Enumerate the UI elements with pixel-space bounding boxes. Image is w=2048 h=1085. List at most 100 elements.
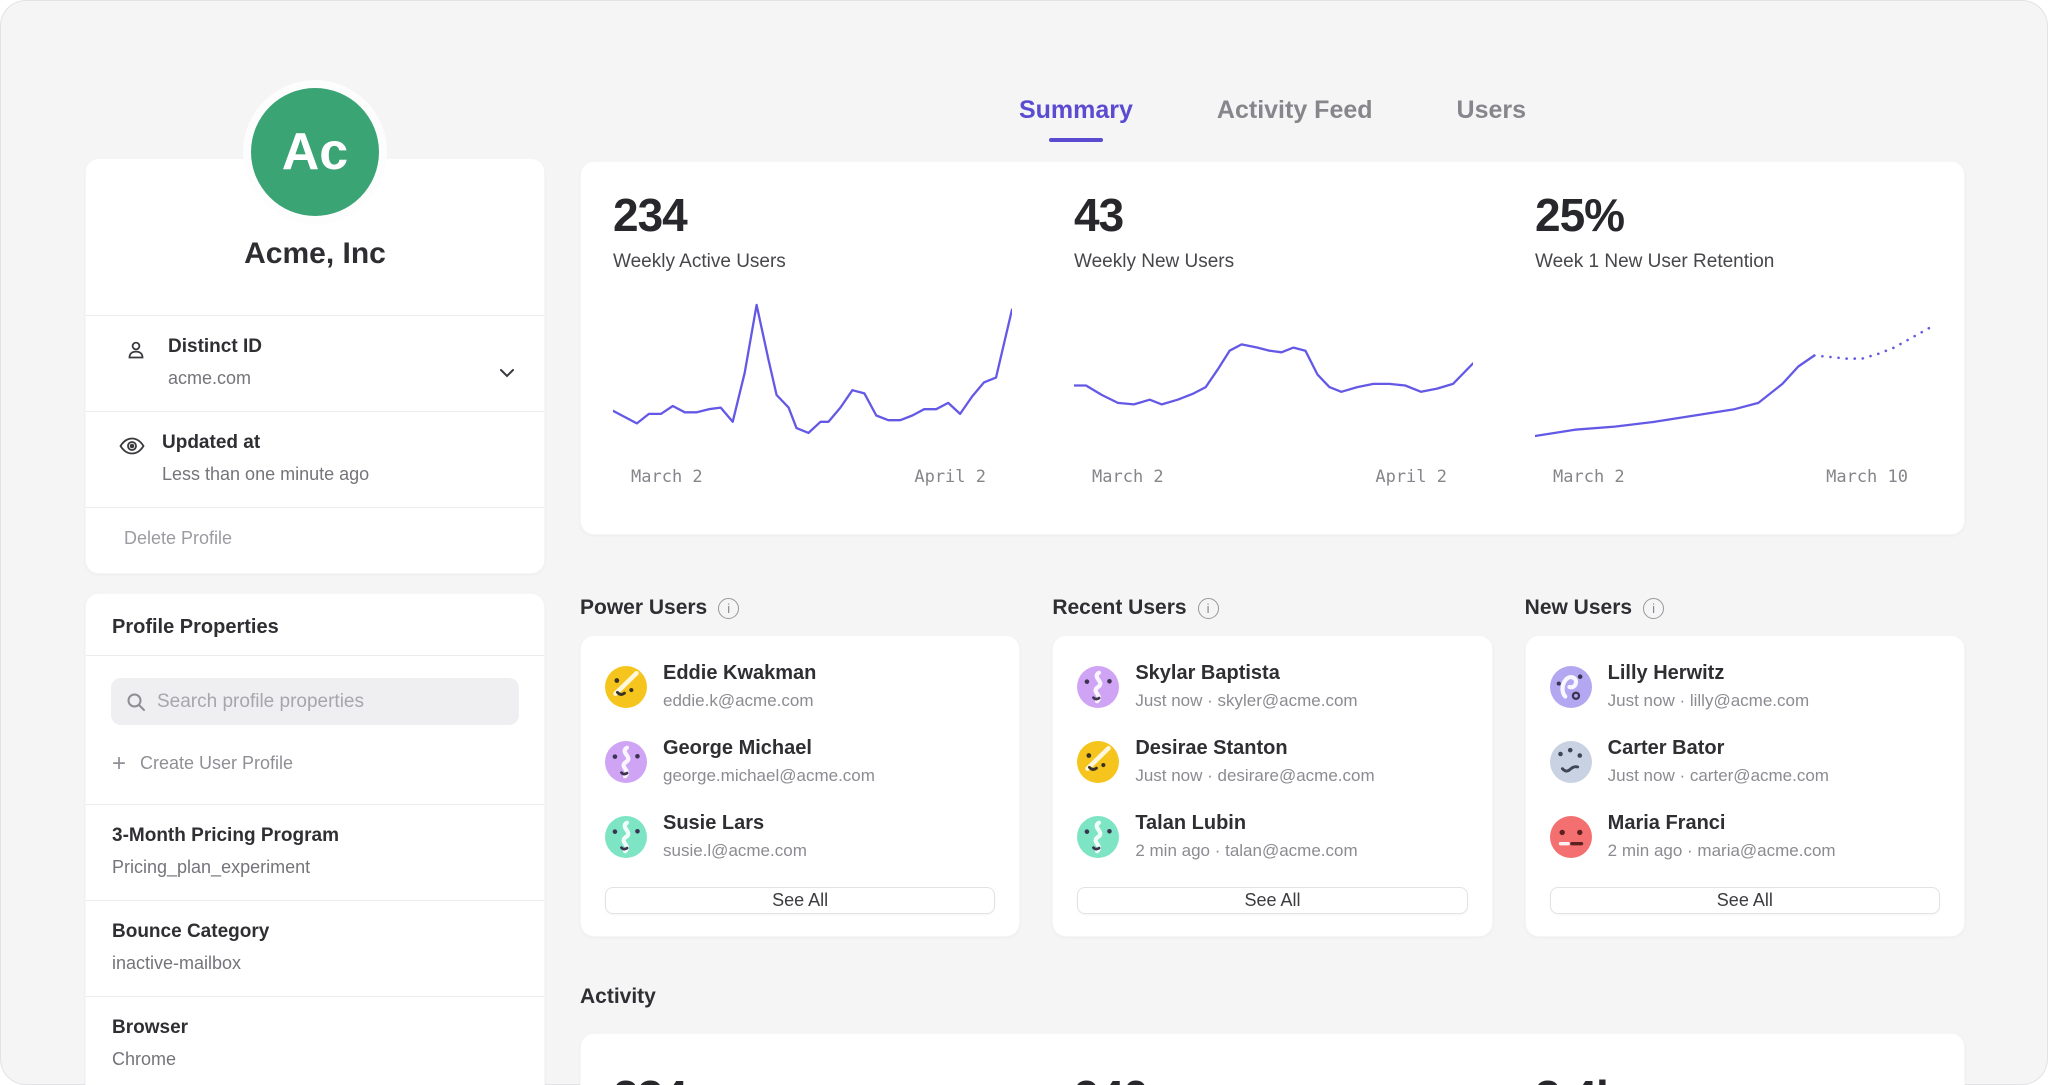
see-all-button[interactable]: See All (605, 887, 995, 914)
stat-value: 25% (1535, 188, 1934, 242)
stat-weekly-active-users: 234 Weekly Active Users March 2 April 2 (581, 162, 1042, 534)
company-avatar: Ac (251, 88, 379, 216)
summary-stats-card: 234 Weekly Active Users March 2 April 2 … (580, 161, 1965, 535)
property-row: Browser Chrome (86, 996, 544, 1085)
user-row[interactable]: Susie Lars susie.l@acme.com (605, 812, 995, 861)
user-avatar (1550, 666, 1592, 708)
user-row[interactable]: Talan Lubin 2 min ago · talan@acme.com (1077, 812, 1467, 861)
user-avatar (1077, 816, 1119, 858)
chevron-down-icon[interactable] (496, 362, 518, 389)
updated-at-value: Less than one minute ago (162, 464, 369, 485)
company-name: Acme, Inc (86, 237, 544, 315)
user-avatar (605, 816, 647, 858)
user-avatar (605, 741, 647, 783)
search-input[interactable] (157, 691, 505, 713)
profile-properties-search[interactable] (111, 678, 519, 725)
user-name: George Michael (663, 737, 875, 760)
user-name: Eddie Kwakman (663, 662, 816, 685)
section-header: New Users i (1525, 593, 1965, 623)
section-title: New Users (1525, 596, 1632, 620)
user-row[interactable]: Desirae Stanton Just now · desirare@acme… (1077, 737, 1467, 786)
section-header: Power Users i (580, 593, 1020, 623)
property-value: inactive-mailbox (112, 953, 518, 974)
user-row[interactable]: Maria Franci 2 min ago · maria@acme.com (1550, 812, 1940, 861)
main-content: Summary Activity Feed Users 234 Weekly A… (580, 0, 1965, 1085)
distinct-id-label: Distinct ID (168, 336, 262, 358)
new-users-card: Lilly Herwitz Just now · lilly@acme.com … (1525, 635, 1965, 937)
activity-section-title: Activity (580, 985, 1965, 1009)
profile-properties-title: Profile Properties (86, 594, 544, 655)
x-tick: March 10 (1826, 467, 1908, 487)
create-user-profile-button[interactable]: + Create User Profile (112, 753, 518, 774)
distinct-id-row[interactable]: Distinct ID acme.com (86, 316, 544, 411)
tab-summary[interactable]: Summary (1019, 96, 1133, 142)
property-value: Pricing_plan_experiment (112, 857, 518, 878)
info-icon[interactable]: i (1198, 598, 1219, 619)
distinct-id-value: acme.com (168, 368, 262, 389)
property-name: Bounce Category (112, 921, 518, 943)
profile-properties-card: Profile Properties + Create User Profile… (85, 593, 545, 1085)
user-name: Lilly Herwitz (1608, 662, 1809, 685)
property-name: Browser (112, 1017, 518, 1039)
user-avatar (605, 666, 647, 708)
see-all-button[interactable]: See All (1550, 887, 1940, 914)
property-row: Bounce Category inactive-mailbox (86, 900, 544, 996)
user-row[interactable]: Carter Bator Just now · carter@acme.com (1550, 737, 1940, 786)
weekly-new-users-chart (1074, 297, 1473, 455)
divider (86, 655, 544, 656)
recent-users-card: Skylar Baptista Just now · skyler@acme.c… (1052, 635, 1492, 937)
user-row[interactable]: George Michael george.michael@acme.com (605, 737, 995, 786)
user-avatar (1077, 666, 1119, 708)
search-icon (125, 691, 147, 713)
user-email: eddie.k@acme.com (663, 691, 816, 711)
user-name: Carter Bator (1608, 737, 1829, 760)
stat-value: 234 (613, 188, 1012, 242)
tab-activity-feed[interactable]: Activity Feed (1217, 96, 1373, 142)
user-avatar (1077, 741, 1119, 783)
user-row[interactable]: Skylar Baptista Just now · skyler@acme.c… (1077, 662, 1467, 711)
recent-users-section: Recent Users i Skylar Baptista Just now … (1052, 593, 1492, 937)
tab-bar: Summary Activity Feed Users (580, 0, 1965, 142)
identity-card: Acme, Inc Distinct ID acme.com (85, 158, 545, 574)
user-meta: 2 min ago · maria@acme.com (1608, 841, 1836, 861)
x-tick: April 2 (914, 467, 986, 487)
weekly-active-users-chart (613, 297, 1012, 455)
stat-weekly-new-users: 43 Weekly New Users March 2 April 2 (1042, 162, 1503, 534)
user-row[interactable]: Lilly Herwitz Just now · lilly@acme.com (1550, 662, 1940, 711)
power-users-section: Power Users i Eddie Kwakman eddie.k@acme… (580, 593, 1020, 937)
create-user-profile-label: Create User Profile (140, 753, 293, 774)
user-name: Maria Franci (1608, 812, 1836, 835)
x-tick: March 2 (631, 467, 703, 487)
user-name: Susie Lars (663, 812, 807, 835)
property-row: 3-Month Pricing Program Pricing_plan_exp… (86, 804, 544, 900)
section-header: Recent Users i (1052, 593, 1492, 623)
stat-label: Weekly Active Users (613, 251, 1012, 273)
x-axis-ticks: March 2 March 10 (1553, 467, 1908, 487)
section-title: Recent Users (1052, 596, 1186, 620)
active-tab-underline (1049, 138, 1103, 142)
x-tick: March 2 (1092, 467, 1164, 487)
user-sections: Power Users i Eddie Kwakman eddie.k@acme… (580, 593, 1965, 937)
stat-value: 234 (613, 1070, 1012, 1085)
activity-card: 234 940 3.4k (580, 1033, 1965, 1085)
property-value: Chrome (112, 1049, 518, 1070)
user-row[interactable]: Eddie Kwakman eddie.k@acme.com (605, 662, 995, 711)
user-meta: Just now · lilly@acme.com (1608, 691, 1809, 711)
user-avatar (1550, 816, 1592, 858)
user-meta: 2 min ago · talan@acme.com (1135, 841, 1357, 861)
user-meta: Just now · skyler@acme.com (1135, 691, 1357, 711)
tab-users[interactable]: Users (1457, 96, 1527, 142)
eye-icon (118, 434, 144, 463)
section-title: Power Users (580, 596, 707, 620)
info-icon[interactable]: i (1643, 598, 1664, 619)
x-tick: March 2 (1553, 467, 1625, 487)
info-icon[interactable]: i (718, 598, 739, 619)
power-users-card: Eddie Kwakman eddie.k@acme.com George Mi… (580, 635, 1020, 937)
see-all-button[interactable]: See All (1077, 887, 1467, 914)
plus-icon: + (112, 755, 126, 773)
stat-value: 940 (1074, 1070, 1473, 1085)
app-window: Ac Acme, Inc Distinct ID acme.com (0, 0, 2048, 1085)
delete-profile-button[interactable]: Delete Profile (86, 508, 544, 573)
user-meta: Just now · desirare@acme.com (1135, 766, 1374, 786)
user-avatar (1550, 741, 1592, 783)
